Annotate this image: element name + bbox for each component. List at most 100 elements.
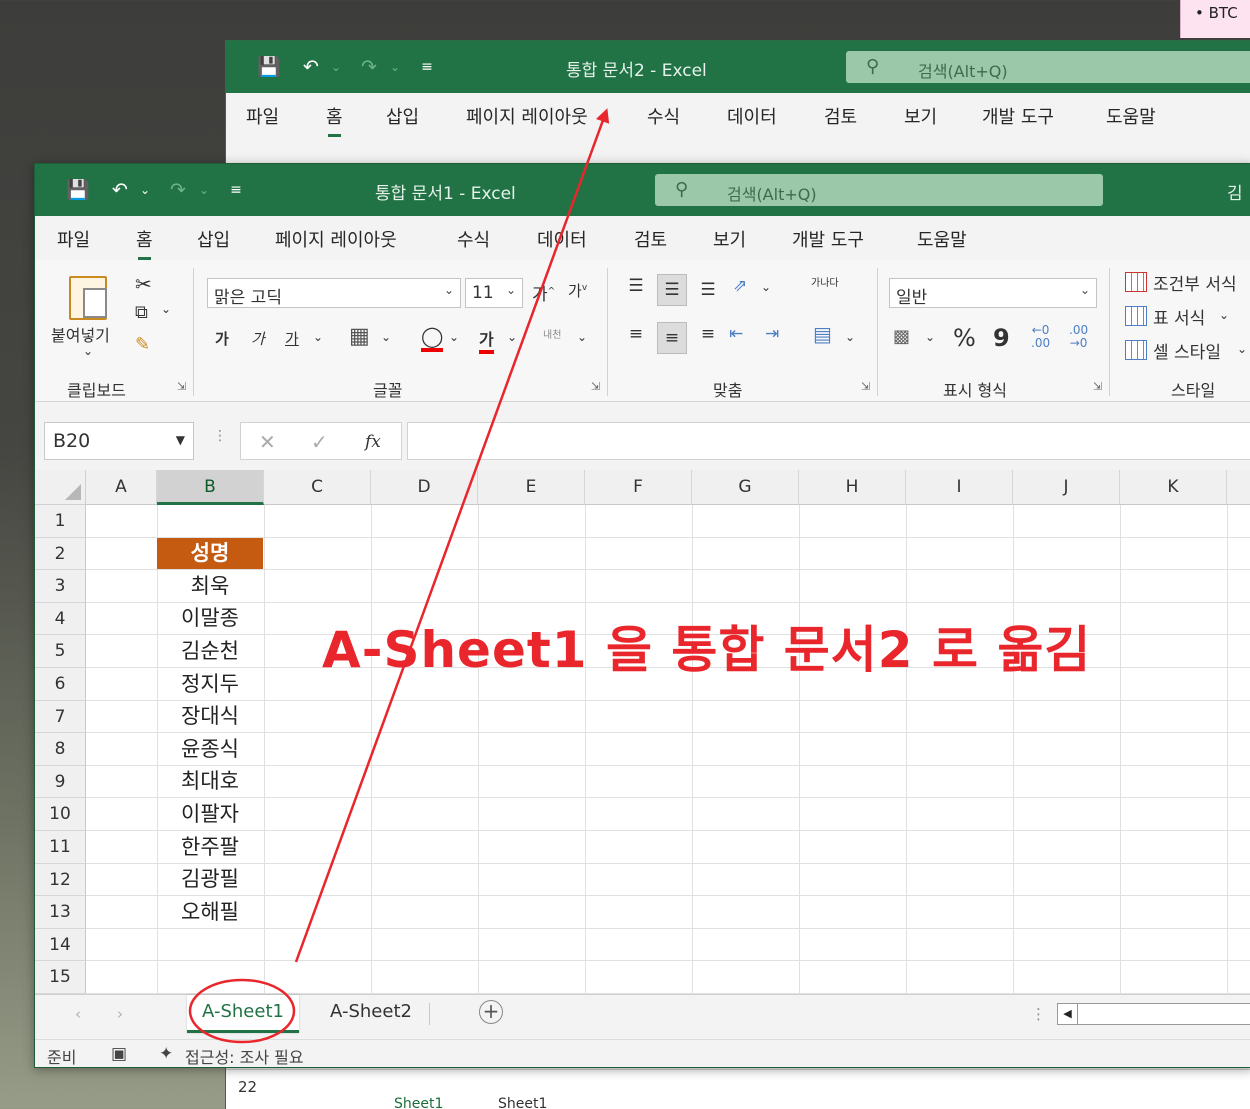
column-header[interactable]: B: [157, 470, 264, 505]
menu-view[interactable]: 보기: [713, 226, 746, 252]
percent-button[interactable]: %: [953, 324, 976, 352]
undo-dropdown-icon[interactable]: ⌄: [132, 178, 158, 202]
table-cell[interactable]: 최대호: [157, 766, 263, 797]
sheet-tab[interactable]: Sheet1: [394, 1096, 443, 1109]
column-header[interactable]: A: [86, 470, 157, 505]
dialog-launcher-icon[interactable]: ⇲: [177, 380, 186, 393]
underline-button[interactable]: 가: [285, 328, 299, 349]
chevron-down-icon[interactable]: ▼: [176, 433, 185, 447]
table-cell[interactable]: 정지두: [157, 668, 263, 700]
column-header[interactable]: I: [906, 470, 1013, 505]
format-table-button[interactable]: 표 서식: [1153, 304, 1205, 329]
formula-bar-grip-icon[interactable]: ⋮: [213, 428, 227, 444]
row-header[interactable]: 11: [35, 831, 86, 864]
decrease-indent-icon[interactable]: ⇤: [729, 324, 743, 344]
table-cell[interactable]: [157, 929, 263, 960]
dialog-launcher-icon[interactable]: ⇲: [861, 380, 870, 393]
increase-indent-icon[interactable]: ⇥: [765, 324, 779, 344]
sheet-tab-a-sheet2[interactable]: A-Sheet2: [315, 995, 427, 1033]
insert-function-button[interactable]: fx: [365, 432, 381, 452]
fill-color-dropdown-icon[interactable]: ⌄: [449, 330, 459, 344]
menu-help[interactable]: 도움말: [917, 226, 967, 252]
cut-icon[interactable]: ✂: [135, 272, 152, 296]
menu-review[interactable]: 검토: [634, 226, 667, 252]
menu-developer[interactable]: 개발 도구: [792, 226, 864, 252]
next-sheet-icon[interactable]: ›: [117, 1005, 123, 1023]
menu-insert[interactable]: 삽입: [386, 103, 419, 129]
menu-help[interactable]: 도움말: [1106, 103, 1156, 129]
align-left-icon[interactable]: ≡: [623, 324, 649, 354]
font-name-combo[interactable]: 맑은 고딕 ⌄: [207, 278, 461, 308]
increase-decimal-icon[interactable]: ←0.00: [1031, 324, 1050, 350]
table-cell[interactable]: 김광필: [157, 864, 263, 895]
column-header[interactable]: F: [585, 470, 692, 505]
font-color-button[interactable]: 가: [479, 326, 494, 354]
window1-titlebar[interactable]: 💾 ↶ ⌄ ↷ ⌄ ≡ 통합 문서1 - Excel ⚲ 검색(Alt+Q) 김: [35, 164, 1250, 216]
bold-button[interactable]: 가: [215, 328, 229, 349]
font-color-dropdown-icon[interactable]: ⌄: [507, 330, 517, 344]
table-cell[interactable]: 장대식: [157, 701, 263, 732]
align-middle-icon[interactable]: ☰: [657, 274, 687, 306]
merge-center-icon[interactable]: ▤: [813, 322, 832, 346]
table-cell[interactable]: 윤종식: [157, 733, 263, 765]
row-header[interactable]: 9: [35, 766, 86, 798]
menu-developer[interactable]: 개발 도구: [982, 103, 1054, 129]
table-cell[interactable]: 이말종: [157, 603, 263, 634]
undo-icon[interactable]: ↶: [107, 178, 133, 202]
customize-toolbar-icon[interactable]: ≡: [223, 178, 249, 202]
column-header[interactable]: H: [799, 470, 906, 505]
column-header[interactable]: D: [371, 470, 478, 505]
borders-dropdown-icon[interactable]: ⌄: [381, 330, 391, 344]
sheet-tab-a-sheet1[interactable]: A-Sheet1: [187, 995, 299, 1033]
fill-color-icon[interactable]: ◯: [421, 324, 444, 352]
menu-home[interactable]: 홈: [326, 103, 343, 137]
table-cell[interactable]: [157, 505, 263, 537]
user-account[interactable]: 김: [1227, 179, 1243, 204]
row-header[interactable]: 8: [35, 733, 86, 766]
accounting-dropdown-icon[interactable]: ⌄: [925, 330, 935, 344]
row-header[interactable]: 1: [35, 505, 86, 538]
paste-icon[interactable]: [69, 276, 107, 320]
align-right-icon[interactable]: ≡: [695, 324, 721, 354]
format-table-dropdown-icon[interactable]: ⌄: [1219, 308, 1229, 322]
format-painter-icon[interactable]: ✎: [135, 334, 150, 355]
number-format-combo[interactable]: 일반 ⌄: [889, 278, 1097, 308]
save-icon[interactable]: 💾: [256, 55, 282, 79]
select-all-corner[interactable]: [35, 470, 86, 505]
menu-file[interactable]: 파일: [57, 226, 90, 252]
cancel-icon[interactable]: ✕: [259, 430, 276, 454]
menu-page-layout[interactable]: 페이지 레이아웃: [466, 103, 588, 129]
accessibility-status[interactable]: 접근성: 조사 필요: [185, 1044, 304, 1067]
column-header[interactable]: E: [478, 470, 585, 505]
phonetic-dropdown-icon[interactable]: ⌄: [577, 330, 587, 344]
column-header[interactable]: C: [264, 470, 371, 505]
column-header[interactable]: G: [692, 470, 799, 505]
scroll-left-icon[interactable]: ◀: [1058, 1004, 1078, 1024]
row-header[interactable]: 7: [35, 701, 86, 733]
borders-icon[interactable]: ▦: [349, 324, 370, 349]
dialog-launcher-icon[interactable]: ⇲: [1093, 380, 1102, 393]
row-header[interactable]: 13: [35, 896, 86, 929]
menu-review[interactable]: 검토: [824, 103, 857, 129]
decrease-font-icon[interactable]: 가v: [568, 280, 587, 301]
menu-insert[interactable]: 삽입: [197, 226, 230, 252]
row-header[interactable]: 2: [35, 538, 86, 570]
horizontal-scrollbar[interactable]: ◀: [1057, 1003, 1250, 1025]
row-header[interactable]: 14: [35, 929, 86, 961]
conditional-format-button[interactable]: 조건부 서식: [1153, 270, 1237, 295]
orientation-icon[interactable]: ⇗: [733, 276, 747, 296]
phonetic-guide-button[interactable]: 내천: [543, 326, 561, 341]
copy-icon[interactable]: ⧉: [135, 302, 148, 323]
menu-formulas[interactable]: 수식: [647, 103, 680, 129]
menu-formulas[interactable]: 수식: [457, 226, 490, 252]
table-cell[interactable]: 김순천: [157, 635, 263, 667]
italic-button[interactable]: 가: [251, 328, 265, 349]
conditional-format-icon[interactable]: [1125, 272, 1147, 292]
accounting-format-icon[interactable]: ▩: [893, 326, 910, 347]
comma-button[interactable]: 9: [993, 324, 1010, 352]
menu-data[interactable]: 데이터: [727, 103, 777, 129]
window2-search-box[interactable]: ⚲ 검색(Alt+Q): [846, 51, 1250, 83]
column-header[interactable]: J: [1013, 470, 1120, 505]
increase-font-icon[interactable]: 가^: [532, 280, 555, 305]
format-table-icon[interactable]: [1125, 306, 1147, 326]
